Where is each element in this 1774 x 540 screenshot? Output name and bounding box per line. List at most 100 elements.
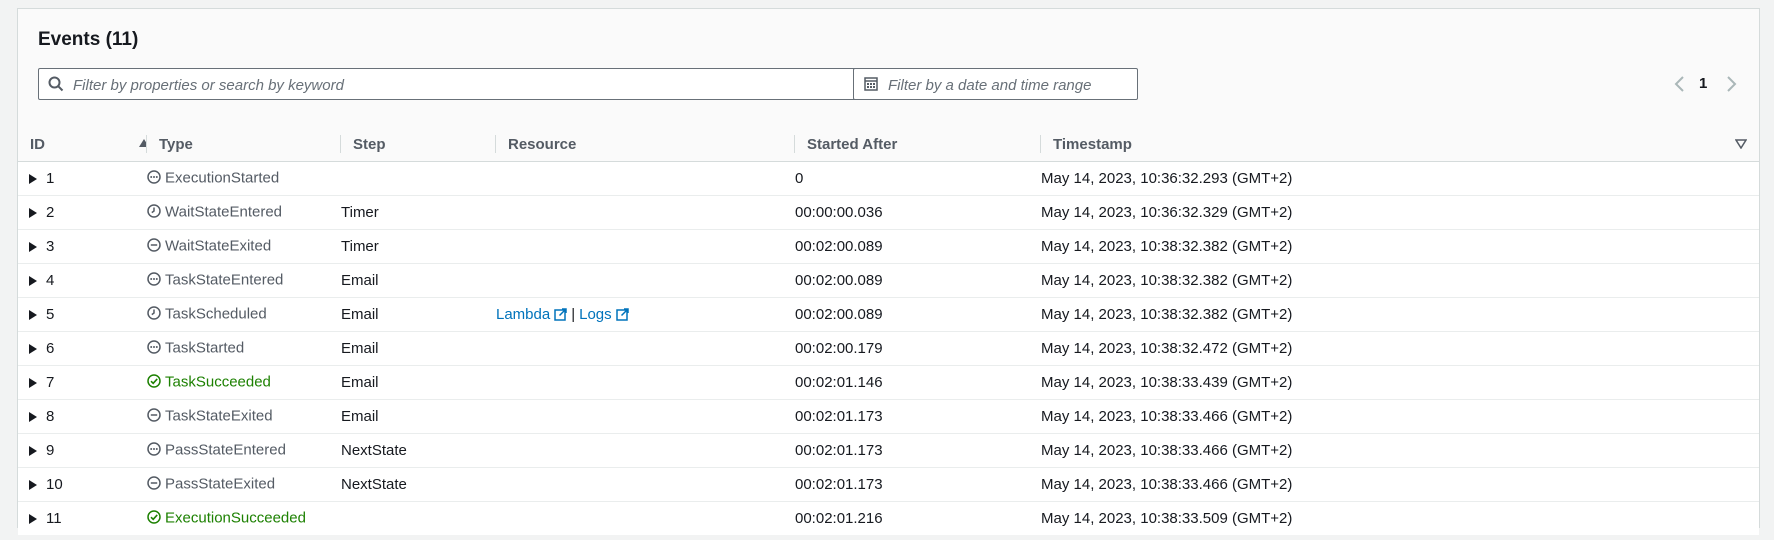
search-input[interactable]	[71, 69, 845, 101]
cell-type: TaskStateEntered	[147, 263, 341, 298]
cell-type: TaskStarted	[147, 331, 341, 366]
cell-type: TaskStateExited	[147, 399, 341, 434]
cell-timestamp: May 14, 2023, 10:38:33.509 (GMT+2)	[1041, 501, 1759, 535]
cell-step: Email	[341, 399, 496, 434]
sort-descending-icon[interactable]	[1735, 139, 1747, 149]
date-range-filter[interactable]	[853, 68, 1138, 101]
table-row[interactable]: 3 WaitStateExited Timer 00:02:00.089 May 14,…	[18, 229, 1759, 264]
cell-resource	[496, 161, 795, 196]
expand-caret-icon[interactable]	[28, 207, 38, 219]
cell-timestamp: May 14, 2023, 10:36:32.293 (GMT+2)	[1041, 161, 1759, 196]
cell-resource	[496, 195, 795, 230]
status-success-icon	[147, 509, 161, 528]
cell-started-after: 00:02:01.173	[795, 399, 1041, 434]
cell-step	[341, 501, 496, 535]
link-separator: |	[571, 306, 576, 323]
table-row[interactable]: 7 TaskSucceeded Email 00:02:01.146 May 14, 2…	[18, 365, 1759, 400]
status-stopped-icon	[147, 475, 161, 494]
cell-id: 1	[18, 161, 147, 196]
events-table: ID Type Step Resource Started After Time…	[18, 127, 1759, 535]
cell-step: Timer	[341, 195, 496, 230]
table-row[interactable]: 2 WaitStateEntered Timer 00:00:00.036 May 14…	[18, 195, 1759, 230]
cell-id: 6	[18, 331, 147, 366]
logs-link[interactable]: Logs	[579, 306, 629, 323]
cell-timestamp: May 14, 2023, 10:38:33.466 (GMT+2)	[1041, 433, 1759, 468]
cell-resource	[496, 399, 795, 434]
cell-id: 9	[18, 433, 147, 468]
cell-type: ExecutionSucceeded	[147, 501, 341, 535]
cell-id: 7	[18, 365, 147, 400]
cell-id: 10	[18, 467, 147, 502]
panel-title: Events (11)	[38, 29, 139, 50]
cell-started-after: 00:02:01.216	[795, 501, 1041, 535]
current-page[interactable]: 1	[1699, 75, 1707, 92]
date-range-input[interactable]	[886, 69, 1130, 101]
cell-id: 5	[18, 297, 147, 332]
chevron-left-icon[interactable]	[1673, 76, 1687, 92]
cell-timestamp: May 14, 2023, 10:38:33.466 (GMT+2)	[1041, 399, 1759, 434]
table-row[interactable]: 10 PassStateExited NextState 00:02:01.173 Ma…	[18, 467, 1759, 502]
cell-resource	[496, 433, 795, 468]
expand-caret-icon[interactable]	[28, 173, 38, 185]
cell-started-after: 00:02:01.146	[795, 365, 1041, 400]
cell-step: Email	[341, 365, 496, 400]
table-row[interactable]: 9 PassStateEntered NextState 00:02:01.173 Ma…	[18, 433, 1759, 468]
status-stopped-icon	[147, 407, 161, 426]
cell-type: TaskSucceeded	[147, 365, 341, 400]
table-row[interactable]: 5 TaskScheduled Email Lambda | Logs 00:02:00.0…	[18, 297, 1759, 332]
chevron-right-icon[interactable]	[1724, 76, 1738, 92]
expand-caret-icon[interactable]	[28, 275, 38, 287]
column-header-type[interactable]: Type	[147, 127, 341, 162]
cell-timestamp: May 14, 2023, 10:38:32.382 (GMT+2)	[1041, 229, 1759, 264]
table-row[interactable]: 1 ExecutionStarted 0 May 14, 2023, 10:36:32…	[18, 161, 1759, 196]
cell-step: Timer	[341, 229, 496, 264]
table-row[interactable]: 8 TaskStateExited Email 00:02:01.173 May 14,…	[18, 399, 1759, 434]
cell-type: ExecutionStarted	[147, 161, 341, 196]
cell-resource	[496, 229, 795, 264]
column-header-resource[interactable]: Resource	[496, 127, 795, 162]
expand-caret-icon[interactable]	[28, 241, 38, 253]
column-header-timestamp[interactable]: Timestamp	[1041, 127, 1759, 162]
table-row[interactable]: 11 ExecutionSucceeded 00:02:01.216 May 14, …	[18, 501, 1759, 535]
cell-step	[341, 161, 496, 196]
cell-id: 4	[18, 263, 147, 298]
cell-type: WaitStateExited	[147, 229, 341, 264]
column-header-started-after[interactable]: Started After	[795, 127, 1041, 162]
cell-resource	[496, 365, 795, 400]
cell-step: NextState	[341, 467, 496, 502]
expand-caret-icon[interactable]	[28, 479, 38, 491]
external-link-icon	[615, 308, 629, 321]
expand-caret-icon[interactable]	[28, 513, 38, 525]
expand-caret-icon[interactable]	[28, 343, 38, 355]
cell-resource	[496, 263, 795, 298]
cell-type: TaskScheduled	[147, 297, 341, 332]
table-row[interactable]: 4 TaskStateEntered Email 00:02:00.089 May 14…	[18, 263, 1759, 298]
cell-type: PassStateExited	[147, 467, 341, 502]
cell-timestamp: May 14, 2023, 10:38:32.472 (GMT+2)	[1041, 331, 1759, 366]
cell-started-after: 00:02:00.089	[795, 229, 1041, 264]
cell-started-after: 00:02:01.173	[795, 467, 1041, 502]
cell-timestamp: May 14, 2023, 10:38:32.382 (GMT+2)	[1041, 263, 1759, 298]
cell-resource	[496, 467, 795, 502]
cell-started-after: 00:02:00.179	[795, 331, 1041, 366]
expand-caret-icon[interactable]	[28, 445, 38, 457]
expand-caret-icon[interactable]	[28, 309, 38, 321]
cell-type: PassStateEntered	[147, 433, 341, 468]
cell-resource: Lambda | Logs	[496, 297, 795, 332]
cell-step: Email	[341, 297, 496, 332]
column-header-step[interactable]: Step	[341, 127, 496, 162]
status-in-progress-icon	[147, 441, 161, 460]
cell-timestamp: May 14, 2023, 10:38:33.466 (GMT+2)	[1041, 467, 1759, 502]
expand-caret-icon[interactable]	[28, 411, 38, 423]
status-stopped-icon	[147, 237, 161, 256]
cell-resource	[496, 331, 795, 366]
cell-timestamp: May 14, 2023, 10:36:32.329 (GMT+2)	[1041, 195, 1759, 230]
lambda-link[interactable]: Lambda	[496, 306, 567, 323]
expand-caret-icon[interactable]	[28, 377, 38, 389]
calendar-icon	[864, 77, 878, 91]
cell-started-after: 00:02:00.089	[795, 297, 1041, 332]
table-row[interactable]: 6 TaskStarted Email 00:02:00.179 May 14, 202…	[18, 331, 1759, 366]
cell-type: WaitStateEntered	[147, 195, 341, 230]
column-header-id[interactable]: ID	[18, 127, 149, 162]
search-box[interactable]	[38, 68, 861, 101]
